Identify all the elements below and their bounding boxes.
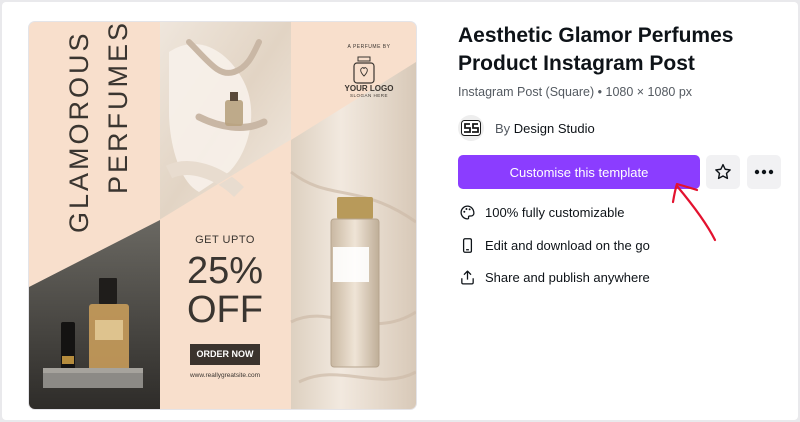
palette-icon <box>458 203 476 221</box>
share-icon <box>458 268 476 286</box>
preview-website: www.reallygreatsite.com <box>189 372 261 379</box>
author-line: By Design Studio <box>495 121 595 136</box>
feature-label: 100% fully customizable <box>485 204 625 220</box>
template-preview[interactable]: GLAMOROUS PERFUMES A PERFUME BY YOUR LOG… <box>29 22 416 409</box>
author-prefix: By <box>495 120 511 136</box>
template-meta: Instagram Post (Square) • 1080 × 1080 px <box>458 85 693 99</box>
feature-mobile: Edit and download on the go <box>458 235 650 255</box>
template-title: Aesthetic Glamor Perfumes Product Instag… <box>458 24 734 75</box>
preview-logo: A PERFUME BY YOUR LOGO SLOGAN HERE <box>325 44 413 98</box>
more-horizontal-icon <box>754 169 774 175</box>
feature-share: Share and publish anywhere <box>458 267 650 287</box>
feature-customizable: 100% fully customizable <box>458 202 624 222</box>
author-avatar[interactable] <box>458 115 484 141</box>
feature-label: Share and publish anywhere <box>485 269 650 285</box>
offer-off: OFF <box>187 289 263 331</box>
phone-icon <box>458 236 476 254</box>
preview-order-button: ORDER NOW <box>190 344 260 365</box>
annotation-arrow-icon <box>671 182 717 242</box>
design-studio-logo-icon <box>461 120 481 136</box>
logo-name: YOUR LOGO <box>344 84 394 93</box>
author-name[interactable]: Design Studio <box>514 121 595 136</box>
page-frame: GLAMOROUS PERFUMES A PERFUME BY YOUR LOG… <box>2 2 798 420</box>
offer-percent: 25% <box>186 250 264 292</box>
customise-template-button[interactable]: Customise this template <box>458 155 700 189</box>
author-row[interactable]: By Design Studio <box>458 115 595 141</box>
logo-slogan: SLOGAN HERE <box>349 93 388 98</box>
more-options-button[interactable] <box>747 155 781 189</box>
offer-kicker: GET UPTO <box>195 234 255 246</box>
feature-label: Edit and download on the go <box>485 237 650 253</box>
offer-block: GET UPTO 25% OFF ORDER NOW www.reallygre… <box>161 234 289 379</box>
